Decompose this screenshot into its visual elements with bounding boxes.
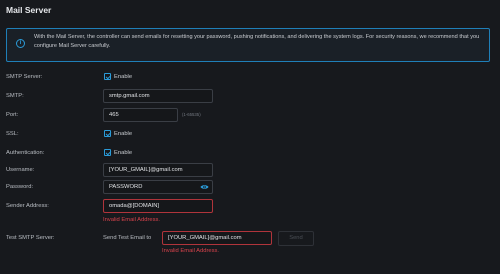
test-email-input[interactable]: [YOUR_GMAIL]@gmail.com <box>162 231 272 245</box>
mail-server-page: Mail Server i With the Mail Server, the … <box>0 0 500 274</box>
ssl-checkbox[interactable] <box>104 130 111 137</box>
password-row: Password: PASSWORD <box>0 180 500 196</box>
smtp-server-label: SMTP Server: <box>6 74 43 80</box>
ssl-row: SSL: Enable <box>0 127 500 143</box>
port-row: Port: 465 (1-65535) <box>0 108 500 124</box>
port-range-hint: (1-65535) <box>182 112 201 117</box>
smtp-server-enable-label[interactable]: Enable <box>114 74 132 80</box>
username-input[interactable]: [YOUR_GMAIL]@gmail.com <box>103 163 213 177</box>
sender-address-error: Invalid Email Address. <box>103 217 161 223</box>
info-text: With the Mail Server, the controller can… <box>34 34 480 49</box>
authentication-row: Authentication: Enable <box>0 146 500 162</box>
port-input[interactable]: 465 <box>103 108 178 122</box>
page-title: Mail Server <box>6 5 52 15</box>
username-label: Username: <box>6 167 35 173</box>
send-test-email-label: Send Test Email to <box>103 235 152 241</box>
port-label: Port: <box>6 112 19 118</box>
username-row: Username: [YOUR_GMAIL]@gmail.com <box>0 163 500 179</box>
test-smtp-row: Test SMTP Server: Send Test Email to [YO… <box>0 231 500 247</box>
smtp-row: SMTP: smtp.gmail.com <box>0 89 500 105</box>
send-button[interactable]: Send <box>278 231 314 246</box>
password-input[interactable]: PASSWORD <box>103 180 213 194</box>
authentication-label: Authentication: <box>6 150 45 156</box>
test-email-error: Invalid Email Address. <box>162 248 220 254</box>
sender-address-input[interactable]: omada@[DOMAIN] <box>103 199 213 213</box>
smtp-server-row: SMTP Server: Enable <box>0 70 500 86</box>
test-smtp-label: Test SMTP Server: <box>6 235 55 241</box>
password-value: PASSWORD <box>109 184 143 190</box>
smtp-input[interactable]: smtp.gmail.com <box>103 89 213 103</box>
info-banner: i With the Mail Server, the controller c… <box>6 28 490 62</box>
ssl-label: SSL: <box>6 131 19 137</box>
info-icon: i <box>16 39 25 48</box>
smtp-label: SMTP: <box>6 93 24 99</box>
smtp-server-checkbox[interactable] <box>104 73 111 80</box>
authentication-enable-label[interactable]: Enable <box>114 150 132 156</box>
password-label: Password: <box>6 184 34 190</box>
ssl-enable-label[interactable]: Enable <box>114 131 132 137</box>
sender-address-row: Sender Address: omada@[DOMAIN] <box>0 199 500 215</box>
sender-address-label: Sender Address: <box>6 203 49 209</box>
eye-icon[interactable] <box>200 184 209 190</box>
authentication-checkbox[interactable] <box>104 149 111 156</box>
